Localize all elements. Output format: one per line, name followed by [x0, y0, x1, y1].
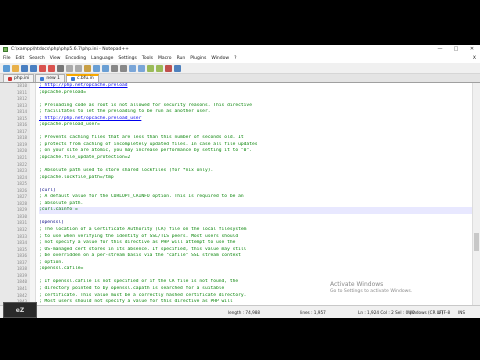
title-bar: C:\xampp\htdocs\php\php5.6.7\php.ini - N…	[0, 45, 480, 54]
record-macro-icon[interactable]	[165, 64, 172, 72]
paste-icon[interactable]	[84, 64, 91, 72]
status-eol: Windows (CR LF)	[408, 309, 444, 315]
close-all-icon[interactable]	[48, 64, 55, 72]
copy-icon[interactable]	[75, 64, 82, 72]
menu-tools[interactable]: Tools	[142, 56, 153, 61]
zoom-in-icon[interactable]	[129, 64, 136, 72]
find-icon[interactable]	[111, 64, 118, 72]
vertical-scrollbar[interactable]	[472, 83, 480, 305]
tab-label: c.bfu.in	[76, 76, 94, 81]
menu-edit[interactable]: Edit	[16, 56, 25, 61]
watermark-title: Activate Windows	[330, 281, 384, 288]
unsaved-file-icon	[8, 76, 12, 81]
menu-encoding[interactable]: Encoding	[65, 56, 86, 61]
close-document-icon[interactable]: X	[473, 56, 476, 61]
saved-file-icon	[40, 76, 45, 81]
play-macro-icon[interactable]	[174, 64, 181, 72]
print-icon[interactable]	[57, 64, 64, 72]
video-letterbox-top	[0, 0, 480, 45]
menu-language[interactable]: Language	[91, 56, 113, 61]
tab-bar: php.ini new 1 c.bfu.in	[0, 74, 480, 83]
tab-label: php.ini	[14, 75, 30, 81]
new-file-icon[interactable]	[3, 64, 10, 72]
open-file-icon[interactable]	[12, 64, 19, 72]
code-text[interactable]: ; http://php.net/opcache.preload ;opcache…	[36, 83, 472, 305]
minimize-button[interactable]: —	[432, 45, 448, 54]
sync-scroll-icon[interactable]	[147, 64, 154, 72]
tab-label: new 1	[46, 75, 60, 81]
window-title: C:\xampp\htdocs\php\php5.6.7\php.ini - N…	[11, 47, 129, 52]
status-position: Ln : 1,924 Col : 2 Sel : 0 | 0	[358, 309, 415, 315]
close-file-icon[interactable]	[39, 64, 46, 72]
tab-active[interactable]: c.bfu.in	[65, 74, 99, 82]
menu-search[interactable]: Search	[29, 56, 44, 61]
tab-php-ini[interactable]: php.ini	[3, 74, 35, 82]
video-letterbox-bottom	[0, 318, 480, 360]
webcam-overlay: eZ	[3, 302, 37, 318]
replace-icon[interactable]	[120, 64, 127, 72]
word-wrap-icon[interactable]	[156, 64, 163, 72]
menu-bar: File Edit Search View Encoding Language …	[0, 54, 480, 63]
menu-settings[interactable]: Settings	[118, 56, 136, 61]
saved-file-icon	[70, 77, 75, 81]
menu-run[interactable]: Run	[177, 56, 186, 61]
status-lines: lines : 1,957	[300, 309, 326, 315]
save-all-icon[interactable]	[30, 64, 37, 72]
zoom-out-icon[interactable]	[138, 64, 145, 72]
editor-area[interactable]: 1810 1811 1812 1813 1814 1815 1816 1817 …	[0, 83, 480, 305]
menu-help[interactable]: ?	[234, 56, 236, 61]
save-icon[interactable]	[21, 64, 28, 72]
toolbar	[0, 63, 480, 74]
tab-new-1[interactable]: new 1	[35, 74, 65, 82]
close-button[interactable]: ✕	[464, 45, 480, 54]
maximize-button[interactable]: □	[448, 45, 464, 54]
status-encoding: UTF-8	[438, 309, 451, 315]
line-number-gutter: 1810 1811 1812 1813 1814 1815 1816 1817 …	[0, 83, 30, 305]
menu-view[interactable]: View	[50, 56, 61, 61]
status-bar: MS ini file length : 74,988 lines : 1,95…	[0, 305, 480, 318]
menu-macro[interactable]: Macro	[158, 56, 172, 61]
menu-file[interactable]: File	[3, 56, 11, 61]
status-length: length : 74,988	[228, 309, 261, 315]
notepad-plus-plus-window: C:\xampp\htdocs\php\php5.6.7\php.ini - N…	[0, 45, 480, 318]
watermark-subtitle: Go to Settings to activate Windows.	[330, 289, 413, 294]
status-insert-mode: INS	[458, 309, 466, 315]
activate-windows-watermark: Activate Windows Go to Settings to activ…	[330, 281, 412, 294]
menu-plugins[interactable]: Plugins	[190, 56, 206, 61]
notepad-app-icon	[3, 47, 8, 52]
cut-icon[interactable]	[66, 64, 73, 72]
window-controls: — □ ✕	[432, 45, 480, 54]
menu-window[interactable]: Window	[211, 56, 229, 61]
undo-icon[interactable]	[93, 64, 100, 72]
scrollbar-thumb[interactable]	[474, 233, 479, 251]
redo-icon[interactable]	[102, 64, 109, 72]
